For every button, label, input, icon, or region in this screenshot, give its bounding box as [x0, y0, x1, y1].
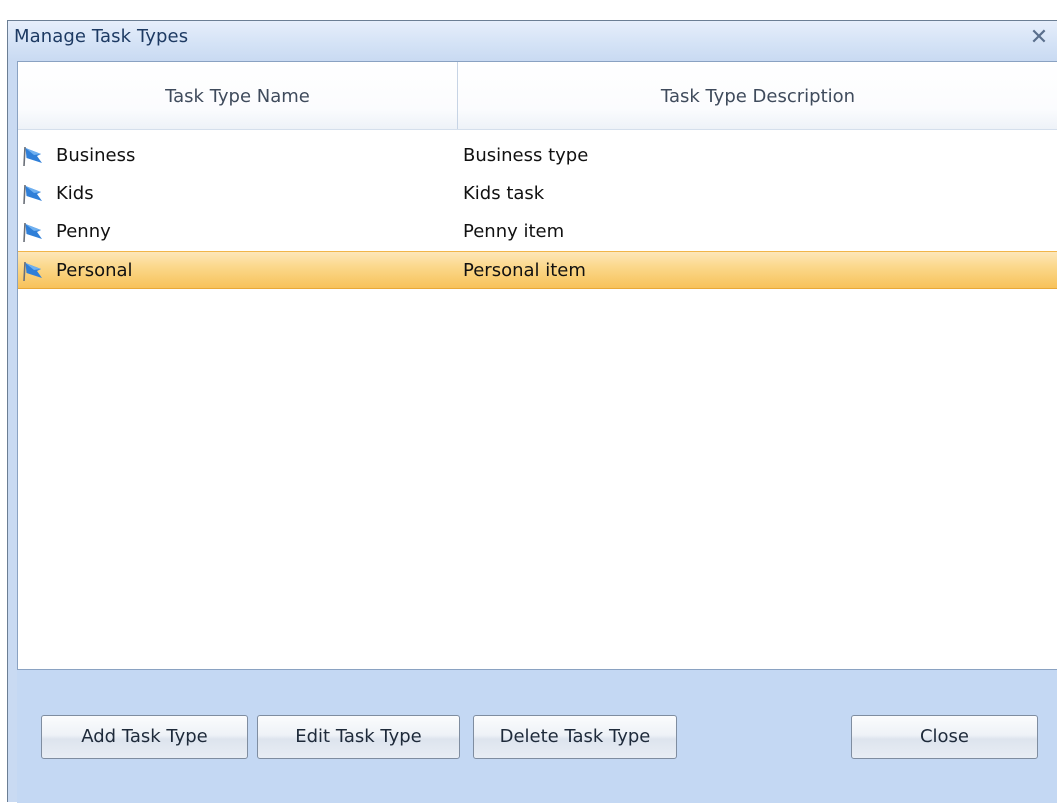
add-task-type-button[interactable]: Add Task Type [41, 715, 248, 759]
task-type-name: Penny [56, 221, 111, 242]
button-bar: Add Task Type Edit Task Type Delete Task… [17, 669, 1057, 803]
delete-task-type-button[interactable]: Delete Task Type [473, 715, 677, 759]
task-type-name: Personal [56, 260, 133, 281]
close-icon[interactable]: ✕ [1027, 25, 1051, 51]
column-header-task-type-description[interactable]: Task Type Description [458, 62, 1057, 129]
list-header: Task Type Name Task Type Description [18, 62, 1057, 130]
list-item[interactable]: Business Business type [18, 137, 1057, 175]
task-type-name: Business [56, 145, 136, 166]
flag-icon [23, 184, 42, 205]
title-bar: Manage Task Types ✕ [8, 21, 1057, 61]
flag-icon [23, 222, 42, 243]
task-type-description: Penny item [463, 221, 565, 242]
task-types-list[interactable]: Task Type Name Task Type Description Bus… [17, 61, 1057, 688]
task-type-description: Kids task [463, 183, 545, 204]
close-button[interactable]: Close [851, 715, 1038, 759]
list-item-selected[interactable]: Personal Personal item [18, 251, 1057, 289]
manage-task-types-dialog: Manage Task Types ✕ Task Type Name Task … [7, 20, 1057, 803]
list-item[interactable]: Penny Penny item [18, 213, 1057, 251]
task-type-name: Kids [56, 183, 94, 204]
list-item[interactable]: Kids Kids task [18, 175, 1057, 213]
edit-task-type-button[interactable]: Edit Task Type [257, 715, 460, 759]
column-header-task-type-name[interactable]: Task Type Name [18, 62, 458, 129]
flag-icon [23, 261, 42, 282]
task-type-description: Personal item [463, 260, 586, 281]
flag-icon [23, 146, 42, 167]
task-type-description: Business type [463, 145, 589, 166]
dialog-title: Manage Task Types [14, 26, 189, 47]
list-rows: Business Business type Kids Kids task Pe… [18, 137, 1057, 289]
